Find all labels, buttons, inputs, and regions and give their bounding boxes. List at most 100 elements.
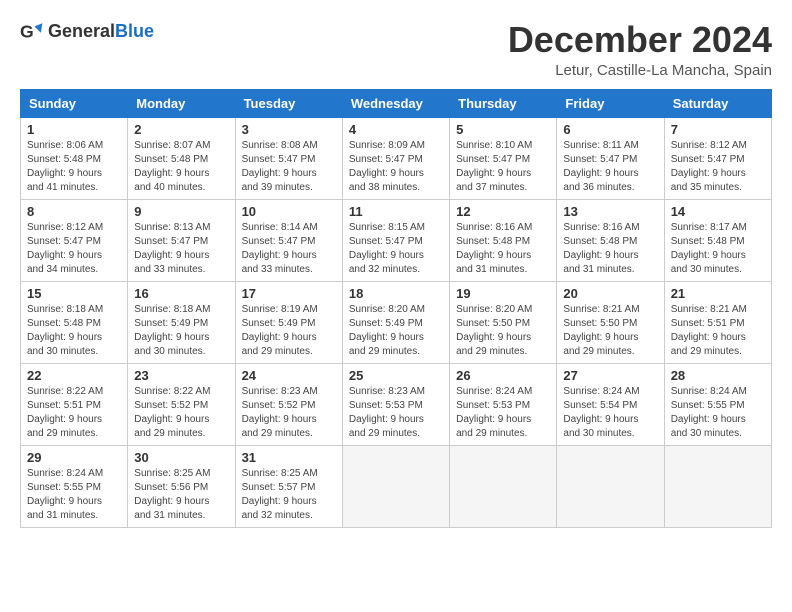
month-title: December 2024 [508,20,772,60]
day-number: 11 [349,204,443,219]
calendar-week-row: 1 Sunrise: 8:06 AM Sunset: 5:48 PM Dayli… [21,117,772,199]
logo-text: GeneralBlue [48,22,154,42]
day-info: Sunrise: 8:10 AM Sunset: 5:47 PM Dayligh… [456,139,550,195]
day-number: 2 [134,122,228,137]
calendar-day-cell: 29 Sunrise: 8:24 AM Sunset: 5:55 PM Dayl… [21,445,128,527]
calendar-day-cell: 14 Sunrise: 8:17 AM Sunset: 5:48 PM Dayl… [664,199,771,281]
page-header: G GeneralBlue December 2024 Letur, Casti… [20,20,772,79]
calendar-day-cell: 10 Sunrise: 8:14 AM Sunset: 5:47 PM Dayl… [235,199,342,281]
calendar-day-cell: 24 Sunrise: 8:23 AM Sunset: 5:52 PM Dayl… [235,363,342,445]
day-info: Sunrise: 8:12 AM Sunset: 5:47 PM Dayligh… [671,139,765,195]
weekday-header: Monday [128,89,235,117]
calendar-day-cell: 11 Sunrise: 8:15 AM Sunset: 5:47 PM Dayl… [342,199,449,281]
weekday-header: Saturday [664,89,771,117]
day-number: 30 [134,450,228,465]
calendar-day-cell [557,445,664,527]
day-number: 18 [349,286,443,301]
calendar-day-cell: 12 Sunrise: 8:16 AM Sunset: 5:48 PM Dayl… [450,199,557,281]
day-number: 6 [563,122,657,137]
day-info: Sunrise: 8:23 AM Sunset: 5:53 PM Dayligh… [349,385,443,441]
day-number: 29 [27,450,121,465]
calendar-day-cell [342,445,449,527]
calendar-day-cell: 7 Sunrise: 8:12 AM Sunset: 5:47 PM Dayli… [664,117,771,199]
calendar-day-cell: 27 Sunrise: 8:24 AM Sunset: 5:54 PM Dayl… [557,363,664,445]
location: Letur, Castille-La Mancha, Spain [508,62,772,79]
day-number: 14 [671,204,765,219]
calendar-day-cell [450,445,557,527]
calendar-day-cell: 8 Sunrise: 8:12 AM Sunset: 5:47 PM Dayli… [21,199,128,281]
day-number: 21 [671,286,765,301]
weekday-header: Wednesday [342,89,449,117]
calendar-day-cell: 30 Sunrise: 8:25 AM Sunset: 5:56 PM Dayl… [128,445,235,527]
day-info: Sunrise: 8:07 AM Sunset: 5:48 PM Dayligh… [134,139,228,195]
day-number: 20 [563,286,657,301]
calendar-day-cell: 20 Sunrise: 8:21 AM Sunset: 5:50 PM Dayl… [557,281,664,363]
day-info: Sunrise: 8:23 AM Sunset: 5:52 PM Dayligh… [242,385,336,441]
day-number: 8 [27,204,121,219]
calendar-day-cell: 17 Sunrise: 8:19 AM Sunset: 5:49 PM Dayl… [235,281,342,363]
svg-text:G: G [20,22,34,42]
day-info: Sunrise: 8:20 AM Sunset: 5:50 PM Dayligh… [456,303,550,359]
day-number: 19 [456,286,550,301]
day-number: 15 [27,286,121,301]
calendar-day-cell [664,445,771,527]
day-info: Sunrise: 8:17 AM Sunset: 5:48 PM Dayligh… [671,221,765,277]
day-number: 31 [242,450,336,465]
day-number: 4 [349,122,443,137]
calendar-day-cell: 21 Sunrise: 8:21 AM Sunset: 5:51 PM Dayl… [664,281,771,363]
day-info: Sunrise: 8:24 AM Sunset: 5:55 PM Dayligh… [27,467,121,523]
day-info: Sunrise: 8:21 AM Sunset: 5:50 PM Dayligh… [563,303,657,359]
weekday-header: Sunday [21,89,128,117]
day-number: 10 [242,204,336,219]
day-number: 28 [671,368,765,383]
calendar-day-cell: 6 Sunrise: 8:11 AM Sunset: 5:47 PM Dayli… [557,117,664,199]
calendar-day-cell: 18 Sunrise: 8:20 AM Sunset: 5:49 PM Dayl… [342,281,449,363]
day-info: Sunrise: 8:12 AM Sunset: 5:47 PM Dayligh… [27,221,121,277]
weekday-header: Thursday [450,89,557,117]
calendar-day-cell: 4 Sunrise: 8:09 AM Sunset: 5:47 PM Dayli… [342,117,449,199]
calendar-day-cell: 15 Sunrise: 8:18 AM Sunset: 5:48 PM Dayl… [21,281,128,363]
day-info: Sunrise: 8:24 AM Sunset: 5:53 PM Dayligh… [456,385,550,441]
calendar-day-cell: 26 Sunrise: 8:24 AM Sunset: 5:53 PM Dayl… [450,363,557,445]
logo-icon: G [20,20,44,44]
day-number: 7 [671,122,765,137]
day-info: Sunrise: 8:25 AM Sunset: 5:57 PM Dayligh… [242,467,336,523]
day-info: Sunrise: 8:15 AM Sunset: 5:47 PM Dayligh… [349,221,443,277]
day-info: Sunrise: 8:21 AM Sunset: 5:51 PM Dayligh… [671,303,765,359]
day-number: 16 [134,286,228,301]
day-info: Sunrise: 8:16 AM Sunset: 5:48 PM Dayligh… [456,221,550,277]
day-info: Sunrise: 8:20 AM Sunset: 5:49 PM Dayligh… [349,303,443,359]
day-info: Sunrise: 8:24 AM Sunset: 5:54 PM Dayligh… [563,385,657,441]
day-number: 27 [563,368,657,383]
calendar-week-row: 8 Sunrise: 8:12 AM Sunset: 5:47 PM Dayli… [21,199,772,281]
day-info: Sunrise: 8:08 AM Sunset: 5:47 PM Dayligh… [242,139,336,195]
day-info: Sunrise: 8:16 AM Sunset: 5:48 PM Dayligh… [563,221,657,277]
day-number: 13 [563,204,657,219]
calendar-day-cell: 5 Sunrise: 8:10 AM Sunset: 5:47 PM Dayli… [450,117,557,199]
calendar-day-cell: 19 Sunrise: 8:20 AM Sunset: 5:50 PM Dayl… [450,281,557,363]
day-number: 3 [242,122,336,137]
calendar-day-cell: 2 Sunrise: 8:07 AM Sunset: 5:48 PM Dayli… [128,117,235,199]
day-number: 5 [456,122,550,137]
calendar-day-cell: 31 Sunrise: 8:25 AM Sunset: 5:57 PM Dayl… [235,445,342,527]
calendar-day-cell: 22 Sunrise: 8:22 AM Sunset: 5:51 PM Dayl… [21,363,128,445]
day-info: Sunrise: 8:11 AM Sunset: 5:47 PM Dayligh… [563,139,657,195]
day-info: Sunrise: 8:22 AM Sunset: 5:51 PM Dayligh… [27,385,121,441]
day-info: Sunrise: 8:22 AM Sunset: 5:52 PM Dayligh… [134,385,228,441]
day-info: Sunrise: 8:13 AM Sunset: 5:47 PM Dayligh… [134,221,228,277]
calendar-day-cell: 28 Sunrise: 8:24 AM Sunset: 5:55 PM Dayl… [664,363,771,445]
calendar-table: SundayMondayTuesdayWednesdayThursdayFrid… [20,89,772,528]
day-info: Sunrise: 8:19 AM Sunset: 5:49 PM Dayligh… [242,303,336,359]
logo: G GeneralBlue [20,20,154,44]
calendar-day-cell: 9 Sunrise: 8:13 AM Sunset: 5:47 PM Dayli… [128,199,235,281]
weekday-header: Friday [557,89,664,117]
day-info: Sunrise: 8:18 AM Sunset: 5:49 PM Dayligh… [134,303,228,359]
day-number: 9 [134,204,228,219]
calendar-day-cell: 16 Sunrise: 8:18 AM Sunset: 5:49 PM Dayl… [128,281,235,363]
weekday-header: Tuesday [235,89,342,117]
day-info: Sunrise: 8:09 AM Sunset: 5:47 PM Dayligh… [349,139,443,195]
calendar-week-row: 29 Sunrise: 8:24 AM Sunset: 5:55 PM Dayl… [21,445,772,527]
day-info: Sunrise: 8:14 AM Sunset: 5:47 PM Dayligh… [242,221,336,277]
logo-blue: Blue [115,21,154,41]
calendar-day-cell: 3 Sunrise: 8:08 AM Sunset: 5:47 PM Dayli… [235,117,342,199]
